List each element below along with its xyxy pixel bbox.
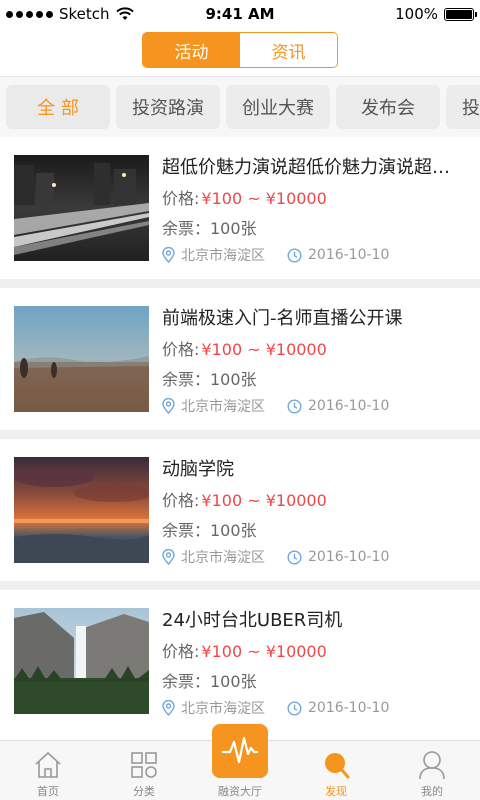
price-value: ¥100 ~ ¥10000	[201, 491, 327, 510]
event-date: 2016-10-10	[308, 398, 390, 414]
event-meta: 北京市海淀区 2016-10-10	[162, 547, 389, 567]
clock-icon	[287, 700, 302, 716]
tab-label: 首页	[37, 785, 59, 798]
location-icon	[162, 700, 175, 716]
tab-label: 融资大厅	[218, 785, 262, 798]
location-icon	[162, 398, 175, 414]
event-price: 价格: ¥100 ~ ¥10000	[162, 336, 327, 360]
event-stock: 余票：100张	[162, 370, 257, 389]
event-price: 价格: ¥100 ~ ¥10000	[162, 638, 327, 662]
price-value: ¥100 ~ ¥10000	[201, 340, 327, 359]
tab-label: 我的	[421, 785, 443, 798]
battery-icon	[444, 7, 477, 21]
pulse-icon	[222, 736, 258, 764]
event-thumbnail	[14, 306, 149, 412]
clock-icon	[287, 549, 302, 565]
event-meta: 北京市海淀区 2016-10-10	[162, 698, 389, 718]
event-location: 北京市海淀区	[181, 701, 265, 717]
tab-mine[interactable]: 我的	[384, 741, 480, 800]
event-date-wrap: 2016-10-10	[287, 398, 389, 414]
card-divider	[0, 581, 480, 590]
price-label: 价格:	[162, 491, 200, 510]
event-date-wrap: 2016-10-10	[287, 247, 389, 263]
status-bar: Sketch 9:41 AM 100%	[0, 0, 480, 28]
tab-label: 分类	[133, 785, 155, 798]
event-location: 北京市海淀区	[181, 550, 265, 566]
event-thumbnail	[14, 608, 149, 714]
event-card[interactable]: 超低价魅力演说超低价魅力演说超低价魅力演说 价格:¥100 ~ ¥10000 余…	[0, 137, 480, 279]
user-icon	[418, 749, 446, 781]
event-card[interactable]: 24小时台北UBER司机 价格: ¥100 ~ ¥10000 余票：100张 北京…	[0, 590, 480, 732]
category-roadshow[interactable]: 投资路演	[116, 85, 220, 129]
card-divider	[0, 430, 480, 439]
price-label: 价格:	[162, 340, 200, 359]
event-title: 超低价魅力演说超低价魅力演说超低价魅力演说	[162, 157, 462, 178]
event-price: 价格: ¥100 ~ ¥10000	[162, 185, 327, 209]
event-date: 2016-10-10	[308, 700, 390, 716]
card-divider	[0, 279, 480, 288]
home-icon	[33, 749, 63, 781]
event-date-wrap: 2016-10-10	[287, 700, 389, 716]
price-value: ¥100 ~ ¥10000	[201, 189, 327, 208]
event-thumbnail	[14, 155, 149, 261]
battery-percent: 100%	[395, 5, 438, 23]
status-right: 100%	[395, 5, 477, 23]
segment-tab-news[interactable]: 资讯	[240, 33, 337, 67]
event-date: 2016-10-10	[308, 549, 390, 565]
location-icon	[162, 247, 175, 263]
event-price: 价格: ¥100 ~ ¥10000	[162, 487, 327, 511]
category-launch[interactable]: 发布会	[336, 85, 440, 129]
event-meta: 北京市海淀区 2016-10-10	[162, 396, 389, 416]
event-card[interactable]: 前端极速入门-名师直播公开课 价格: ¥100 ~ ¥10000 余票：100张 …	[0, 288, 480, 430]
event-thumbnail	[14, 457, 149, 563]
event-stock: 余票：100张	[162, 672, 257, 691]
discover-icon	[321, 749, 351, 781]
event-date: 2016-10-10	[308, 247, 390, 263]
category-all[interactable]: 全 部	[6, 85, 110, 129]
clock-icon	[287, 247, 302, 263]
event-title: 24小时台北UBER司机	[162, 610, 343, 631]
event-location: 北京市海淀区	[181, 248, 265, 264]
event-stock: 余票：100张	[162, 219, 257, 238]
financing-hall-button[interactable]	[212, 724, 268, 778]
clock-icon	[287, 398, 302, 414]
event-card[interactable]: 动脑学院 价格: ¥100 ~ ¥10000 余票：100张 北京市海淀区 201…	[0, 439, 480, 581]
tab-category[interactable]: 分类	[96, 741, 192, 800]
location-icon	[162, 549, 175, 565]
tab-label: 发现	[325, 785, 347, 798]
tab-discover[interactable]: 发现	[288, 741, 384, 800]
event-meta: 北京市海淀区 2016-10-10	[162, 245, 389, 265]
price-label: 价格:	[162, 189, 200, 208]
category-more[interactable]: 投	[446, 85, 480, 129]
price-value: ¥100 ~ ¥10000	[201, 642, 327, 661]
grid-icon	[130, 749, 158, 781]
event-location: 北京市海淀区	[181, 399, 265, 415]
tab-home[interactable]: 首页	[0, 741, 96, 800]
event-stock: 余票：100张	[162, 521, 257, 540]
event-title: 动脑学院	[162, 459, 234, 480]
event-date-wrap: 2016-10-10	[287, 549, 389, 565]
segment-control: 活动 资讯	[142, 32, 338, 68]
event-title: 前端极速入门-名师直播公开课	[162, 308, 403, 329]
category-bar: 全 部 投资路演 创业大赛 发布会 投	[0, 77, 480, 137]
category-contest[interactable]: 创业大赛	[226, 85, 330, 129]
segment-tab-activities[interactable]: 活动	[143, 33, 240, 67]
price-label: 价格:	[162, 642, 200, 661]
